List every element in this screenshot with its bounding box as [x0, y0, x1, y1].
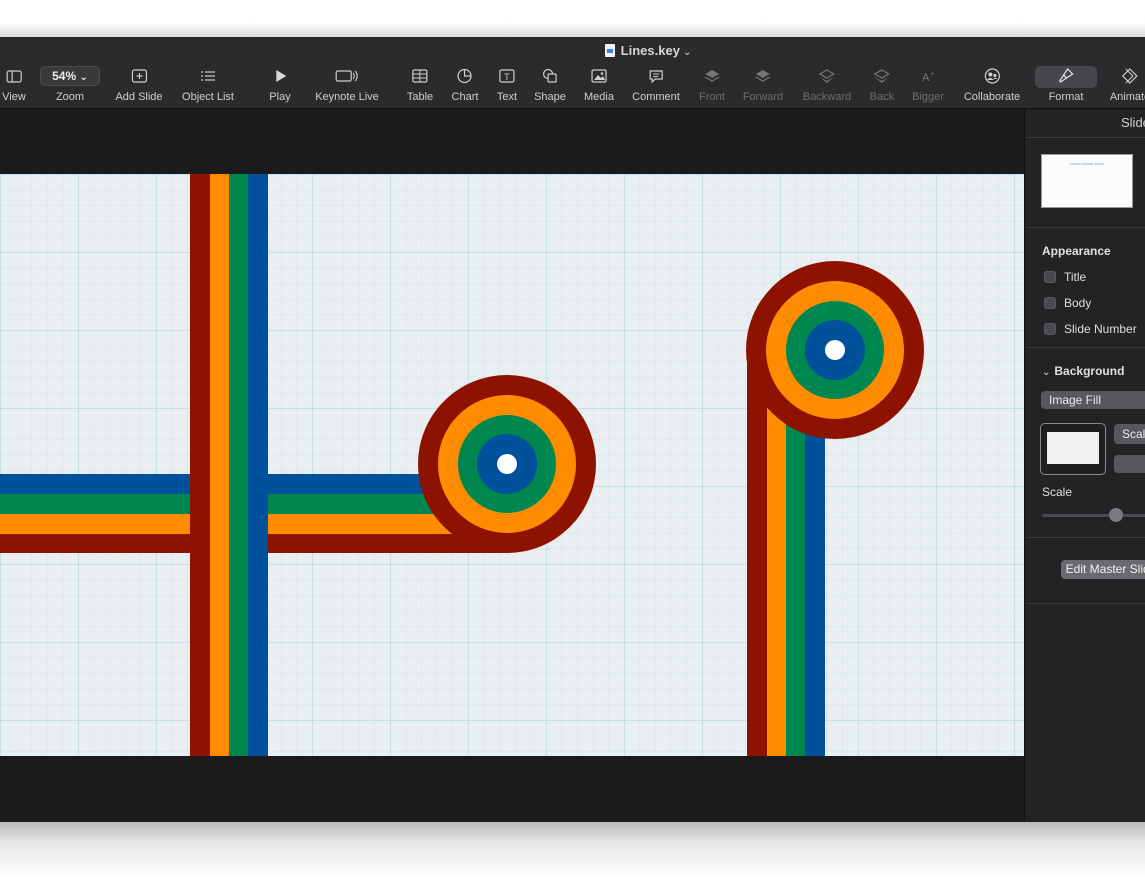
bring-forward-icon	[755, 69, 771, 82]
scale-label: Scale	[1042, 485, 1073, 499]
media-icon	[591, 69, 607, 83]
forward-button[interactable]: Forward	[743, 65, 783, 107]
document-title[interactable]: Lines.key ⌄	[0, 43, 1145, 58]
format-button[interactable]: Format	[1049, 65, 1083, 107]
body-checkbox-row[interactable]: Body	[1044, 296, 1091, 310]
comment-icon	[649, 69, 663, 83]
object-list-button[interactable]: Object List	[182, 65, 234, 107]
bigger-button[interactable]: A + Bigger	[912, 65, 944, 107]
slide-number-checkbox[interactable]	[1044, 323, 1056, 335]
divider	[1026, 603, 1145, 604]
svg-text:A: A	[922, 72, 930, 83]
divider	[1026, 227, 1145, 228]
choose-image-button[interactable]	[1114, 455, 1145, 473]
back-button[interactable]: Back	[870, 65, 894, 107]
animate-button[interactable]: Animate	[1110, 65, 1145, 107]
divider	[1026, 347, 1145, 348]
fill-type-popup[interactable]: Image Fill	[1041, 391, 1145, 409]
front-button[interactable]: Front	[699, 65, 725, 107]
sidebar-view-icon	[6, 69, 22, 83]
svg-text:T: T	[504, 72, 510, 82]
appearance-heading: Appearance	[1042, 244, 1111, 258]
edit-master-slide-button[interactable]: Edit Master Slide	[1061, 560, 1145, 579]
play-button[interactable]: Play	[269, 65, 291, 107]
media-button[interactable]: Media	[584, 65, 614, 107]
font-bigger-icon: A +	[922, 71, 934, 83]
table-button[interactable]: Table	[407, 65, 433, 107]
image-fill-well[interactable]	[1040, 423, 1106, 475]
bring-to-front-icon	[704, 69, 720, 82]
scale-slider-track[interactable]	[1042, 514, 1145, 517]
zoom-dropdown[interactable]: 54% ⌄	[40, 66, 100, 86]
chevron-down-icon: ⌄	[79, 72, 88, 83]
tab-slide-layout[interactable]: Slide	[1121, 115, 1145, 130]
text-box-icon: T	[499, 69, 515, 83]
chevron-down-icon: ⌄	[1042, 367, 1051, 378]
image-fill-preview	[1047, 432, 1099, 464]
scale-popup[interactable]: Scale	[1114, 424, 1145, 444]
svg-text:+: +	[930, 71, 934, 78]
body-checkbox[interactable]	[1044, 297, 1056, 309]
divider	[1026, 137, 1145, 138]
window-shadow	[0, 820, 1145, 896]
background-section-toggle[interactable]: ⌄ Background	[1042, 364, 1124, 378]
list-icon	[201, 71, 215, 81]
format-sidebar: Slide Lorem Ipsum Dolor Appearance Title…	[1024, 109, 1145, 822]
chevron-down-icon: ⌄	[682, 47, 692, 58]
collaborate-icon	[984, 68, 1000, 84]
view-button[interactable]: View	[2, 65, 26, 107]
paintbrush-icon	[1059, 68, 1074, 83]
send-backward-icon	[818, 68, 835, 83]
chart-button[interactable]: Chart	[452, 65, 478, 107]
title-checkbox-row[interactable]: Title	[1044, 270, 1086, 284]
keynote-window: Lines.key ⌄ View 54% ⌄ Zoom Add Slide Obj…	[0, 37, 1145, 822]
keynote-live-button[interactable]: Keynote Live	[315, 65, 379, 107]
divider	[1026, 537, 1145, 538]
text-button[interactable]: T Text	[497, 65, 517, 107]
table-icon	[412, 69, 428, 83]
vertical-line-right-with-loop[interactable]	[746, 261, 924, 756]
slide[interactable]	[0, 174, 1024, 756]
play-icon	[276, 70, 286, 82]
collaborate-button[interactable]: Collaborate	[964, 65, 1020, 107]
toolbar: Lines.key ⌄ View 54% ⌄ Zoom Add Slide Obj…	[0, 37, 1145, 109]
shape-button[interactable]: Shape	[534, 65, 566, 107]
backward-button[interactable]: Backward	[803, 65, 851, 107]
vertical-line-left[interactable]	[190, 174, 268, 756]
add-slide-button[interactable]: Add Slide	[115, 65, 163, 107]
keynote-live-icon	[335, 70, 358, 82]
title-checkbox[interactable]	[1044, 271, 1056, 283]
slide-number-checkbox-row[interactable]: Slide Number	[1044, 322, 1137, 336]
animate-icon	[1122, 68, 1138, 84]
slide-canvas-area[interactable]	[0, 109, 1024, 822]
send-to-back-icon	[874, 68, 890, 83]
rainbow-lines-artwork[interactable]	[0, 174, 1024, 756]
add-slide-icon	[131, 69, 147, 83]
desktop-top	[0, 0, 1145, 38]
slide-layout-thumbnail[interactable]: Lorem Ipsum Dolor	[1041, 154, 1133, 208]
scale-slider-knob[interactable]	[1109, 508, 1123, 522]
keynote-document-icon	[604, 44, 615, 57]
horizontal-line-with-loop[interactable]	[0, 375, 596, 553]
chart-icon	[457, 68, 473, 84]
zoom-control[interactable]: 54% ⌄ Zoom	[40, 65, 100, 107]
shape-icon	[542, 68, 557, 83]
comment-button[interactable]: Comment	[632, 65, 680, 107]
